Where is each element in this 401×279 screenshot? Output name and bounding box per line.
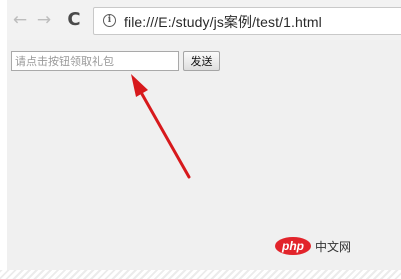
php-logo: php <box>275 237 311 255</box>
page-content: 发送 php 中文网 <box>7 40 401 270</box>
browser-window: ← → C i file:///E:/study/js案例/test/1.htm… <box>7 0 401 270</box>
url-text[interactable]: file:///E:/study/js案例/test/1.html <box>124 12 322 32</box>
watermark: php 中文网 <box>275 236 351 256</box>
bottom-border-strip <box>0 270 401 279</box>
forward-arrow-icon[interactable]: → <box>34 9 54 31</box>
back-arrow-icon[interactable]: ← <box>10 9 30 31</box>
watermark-text: 中文网 <box>315 239 352 254</box>
info-icon[interactable]: i <box>103 14 116 27</box>
address-bar[interactable]: i file:///E:/study/js案例/test/1.html <box>93 7 401 35</box>
reload-icon[interactable]: C <box>64 9 84 31</box>
browser-toolbar: ← → C i file:///E:/study/js案例/test/1.htm… <box>7 0 401 40</box>
